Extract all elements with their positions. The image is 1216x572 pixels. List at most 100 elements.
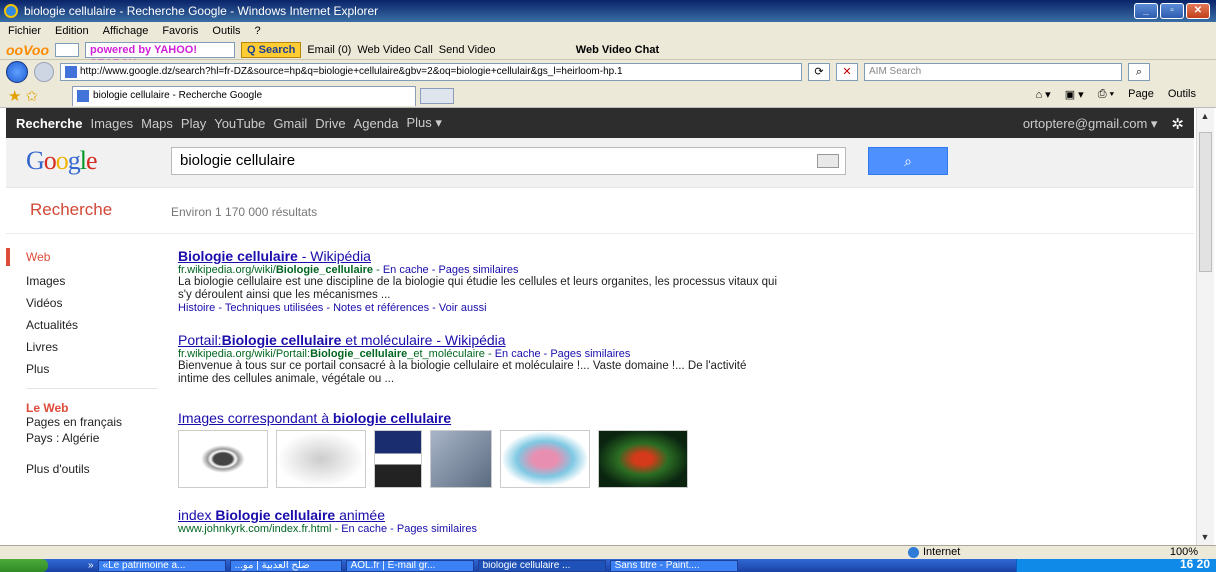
result-item: Portail:Biologie cellulaire et moléculai… xyxy=(178,332,778,386)
refresh-button[interactable]: ⟳ xyxy=(808,63,830,81)
gbar-account-area: ortoptere@gmail.com ▾ ✲ xyxy=(1023,115,1184,133)
nav-plus[interactable]: Plus xyxy=(26,362,49,376)
image-thumbnail[interactable] xyxy=(500,430,590,488)
gbar-recherche[interactable]: Recherche xyxy=(16,116,82,131)
scroll-thumb[interactable] xyxy=(1199,132,1212,272)
maximize-button[interactable]: ▫ xyxy=(1160,3,1184,19)
filter-pages-fr[interactable]: Pages en français xyxy=(26,415,122,429)
oovoo-logo[interactable]: ooVoo xyxy=(6,42,49,58)
image-thumbnail[interactable] xyxy=(430,430,492,488)
result-cache-links[interactable]: En cache - Pages similaires xyxy=(383,264,519,276)
menu-bar: Fichier Edition Affichage Favoris Outils… xyxy=(0,22,1216,40)
result-snippet: La biologie cellulaire est une disciplin… xyxy=(178,276,777,301)
gbar-plus[interactable]: Plus ▾ xyxy=(406,115,441,131)
taskbar-item[interactable]: AOL.fr | E-mail gr... xyxy=(345,559,474,572)
taskbar: » «Le patrimoine a... ...ضلح العدبية | م… xyxy=(0,557,1216,572)
send-video-button[interactable]: Send Video xyxy=(439,44,496,56)
menu-favoris[interactable]: Favoris xyxy=(162,25,198,37)
page-menu[interactable]: Page xyxy=(1128,88,1154,101)
search-button[interactable]: ⌕ xyxy=(868,147,948,175)
back-button[interactable] xyxy=(6,61,28,83)
start-button[interactable] xyxy=(0,559,48,572)
page-scrollbar[interactable]: ▲ ▼ xyxy=(1196,108,1214,545)
gbar-drive[interactable]: Drive xyxy=(315,116,345,131)
search-input[interactable]: biologie cellulaire xyxy=(171,147,846,175)
oovoo-toolbar: ooVoo powered by YAHOO! SEARCH Q Search … xyxy=(0,40,1216,70)
new-tab-button[interactable] xyxy=(420,87,455,104)
filter-country[interactable]: Pays : Algérie xyxy=(26,431,99,445)
nav-livres[interactable]: Livres xyxy=(26,340,58,354)
menu-fichier[interactable]: Fichier xyxy=(8,25,41,37)
command-bar: ⌂ ▾ ▣ ▾ ⎙ ▾ Page Outils xyxy=(1035,88,1196,101)
add-favorite-icon[interactable]: ✩ xyxy=(25,87,38,105)
feeds-icon[interactable]: ▣ ▾ xyxy=(1065,88,1084,101)
close-button[interactable]: ✕ xyxy=(1186,3,1210,19)
favorites-star-icon[interactable]: ★ xyxy=(8,87,21,105)
aim-search-input[interactable]: AIM Search xyxy=(864,63,1122,81)
forward-button[interactable] xyxy=(34,62,54,82)
tab-label: biologie cellulaire - Recherche Google xyxy=(93,90,263,101)
image-thumbnail[interactable] xyxy=(276,430,366,488)
clock: 16 20 xyxy=(1179,557,1210,571)
menu-outils[interactable]: Outils xyxy=(212,25,240,37)
tab-google-search[interactable]: biologie cellulaire - Recherche Google xyxy=(72,85,417,106)
nav-videos[interactable]: Vidéos xyxy=(26,296,62,310)
result-url: www.johnkyrk.com/index.fr.html - En cach… xyxy=(178,523,477,535)
image-thumbnail[interactable] xyxy=(178,430,268,488)
account-menu[interactable]: ortoptere@gmail.com ▾ xyxy=(1023,116,1158,132)
home-icon[interactable]: ⌂ ▾ xyxy=(1035,88,1050,101)
gbar-gmail[interactable]: Gmail xyxy=(273,116,307,131)
nav-actualites[interactable]: Actualités xyxy=(26,318,78,332)
result-cache-links[interactable]: En cache - Pages similaires xyxy=(341,523,477,535)
email-button[interactable]: Email (0) xyxy=(307,44,351,56)
result-title-link[interactable]: index Biologie cellulaire animée xyxy=(178,507,778,523)
results-list: Biologie cellulaire - Wikipédia fr.wikip… xyxy=(178,234,798,545)
result-title-link[interactable]: Biologie cellulaire - Wikipédia xyxy=(178,248,778,264)
gear-icon[interactable]: ✲ xyxy=(1171,115,1184,133)
taskbar-item[interactable]: ...ضلح العدبية | مو xyxy=(229,559,342,572)
scroll-up-icon[interactable]: ▲ xyxy=(1197,108,1213,124)
gbar-play[interactable]: Play xyxy=(181,116,206,131)
result-item: index Biologie cellulaire animée www.joh… xyxy=(178,507,778,535)
taskbar-item-active[interactable]: biologie cellulaire ... xyxy=(477,559,606,572)
result-sitelinks[interactable]: Histoire - Techniques utilisées - Notes … xyxy=(178,302,778,314)
keyboard-icon[interactable] xyxy=(817,154,839,168)
url-field[interactable]: http://www.google.dz/search?hl=fr-DZ&sou… xyxy=(60,63,802,81)
search-engine-select[interactable] xyxy=(55,42,80,57)
more-tools-link[interactable]: Plus d'outils xyxy=(26,462,90,476)
globe-icon xyxy=(908,546,919,558)
nav-web[interactable]: Web xyxy=(26,250,50,264)
image-thumbnail[interactable] xyxy=(598,430,688,488)
stop-button[interactable]: ✕ xyxy=(836,63,858,81)
tools-menu[interactable]: Outils xyxy=(1168,88,1196,101)
minimize-button[interactable]: _ xyxy=(1134,3,1158,19)
taskbar-item[interactable]: Sans titre - Paint.... xyxy=(609,559,738,572)
menu-affichage[interactable]: Affichage xyxy=(103,25,149,37)
scroll-down-icon[interactable]: ▼ xyxy=(1197,529,1213,545)
security-zone: Internet xyxy=(908,546,960,558)
q-search-button[interactable]: Q Search xyxy=(241,41,302,58)
yahoo-search-input[interactable]: powered by YAHOO! SEARCH xyxy=(85,41,236,70)
web-video-chat-button[interactable]: Web Video Chat xyxy=(507,44,727,56)
gbar-youtube[interactable]: YouTube xyxy=(214,116,265,131)
page-title: Recherche xyxy=(30,200,113,219)
results-subheader: Recherche Environ 1 170 000 résultats xyxy=(6,188,1194,234)
result-title-link[interactable]: Portail:Biologie cellulaire et moléculai… xyxy=(178,332,778,348)
result-snippet: Bienvenue à tous sur ce portail consacré… xyxy=(178,360,747,385)
gbar-images[interactable]: Images xyxy=(90,116,133,131)
taskbar-item[interactable]: «Le patrimoine a... xyxy=(97,559,226,572)
aim-search-button[interactable]: ⌕ xyxy=(1128,63,1150,81)
gbar-maps[interactable]: Maps xyxy=(141,116,173,131)
image-thumbnail[interactable] xyxy=(374,430,422,488)
active-nav-marker xyxy=(6,248,10,266)
result-cache-links[interactable]: En cache - Pages similaires xyxy=(495,348,631,360)
nav-images[interactable]: Images xyxy=(26,274,65,288)
google-logo[interactable]: Google xyxy=(26,146,98,176)
print-icon[interactable]: ⎙ ▾ xyxy=(1098,88,1114,101)
menu-help[interactable]: ? xyxy=(255,25,261,37)
menu-edition[interactable]: Edition xyxy=(55,25,89,37)
quicklaunch-icon[interactable]: » xyxy=(88,560,94,571)
web-video-call-button[interactable]: Web Video Call xyxy=(357,44,432,56)
gbar-agenda[interactable]: Agenda xyxy=(354,116,399,131)
images-block-title[interactable]: Images correspondant à biologie cellulai… xyxy=(178,410,778,426)
